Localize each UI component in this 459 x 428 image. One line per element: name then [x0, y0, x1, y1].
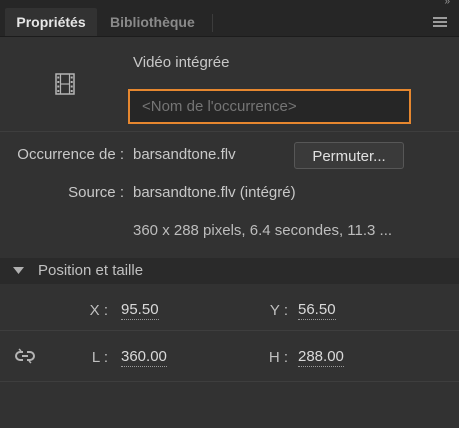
tab-properties[interactable]: Propriétés: [5, 8, 97, 36]
section-title: Position et taille: [38, 262, 144, 279]
panel-tab-bar: Propriétés Bibliothèque: [0, 8, 459, 37]
width-value[interactable]: 360.00: [121, 349, 167, 367]
tab-library[interactable]: Bibliothèque: [110, 8, 195, 36]
object-type-label: Vidéo intégrée: [133, 54, 230, 71]
swap-button[interactable]: Permuter...: [294, 142, 404, 169]
y-value[interactable]: 56.50: [298, 302, 336, 320]
tab-divider: [212, 14, 213, 32]
collapse-panel-icon[interactable]: »: [444, 0, 449, 7]
panel-menu-icon[interactable]: [433, 17, 447, 28]
x-value[interactable]: 95.50: [121, 302, 159, 320]
height-label: H :: [268, 349, 288, 366]
height-value[interactable]: 288.00: [298, 349, 344, 367]
divider: [0, 381, 459, 382]
video-info-text: 360 x 288 pixels, 6.4 secondes, 11.3 ...: [133, 222, 393, 239]
panel-top-strip: »: [0, 0, 459, 8]
width-label: L :: [91, 349, 108, 366]
source-value: barsandtone.flv (intégré): [133, 184, 296, 201]
film-icon: [55, 73, 75, 95]
instance-name-input[interactable]: [128, 89, 411, 124]
divider: [0, 131, 459, 132]
chain-link-icon[interactable]: [14, 347, 36, 367]
x-label: X :: [89, 302, 108, 319]
chevron-down-icon[interactable]: [13, 267, 24, 275]
instance-of-value: barsandtone.flv: [133, 146, 236, 163]
divider: [0, 330, 459, 331]
source-label: Source :: [68, 184, 124, 201]
y-label: Y :: [269, 302, 288, 319]
instance-of-label: Occurrence de :: [17, 146, 124, 163]
